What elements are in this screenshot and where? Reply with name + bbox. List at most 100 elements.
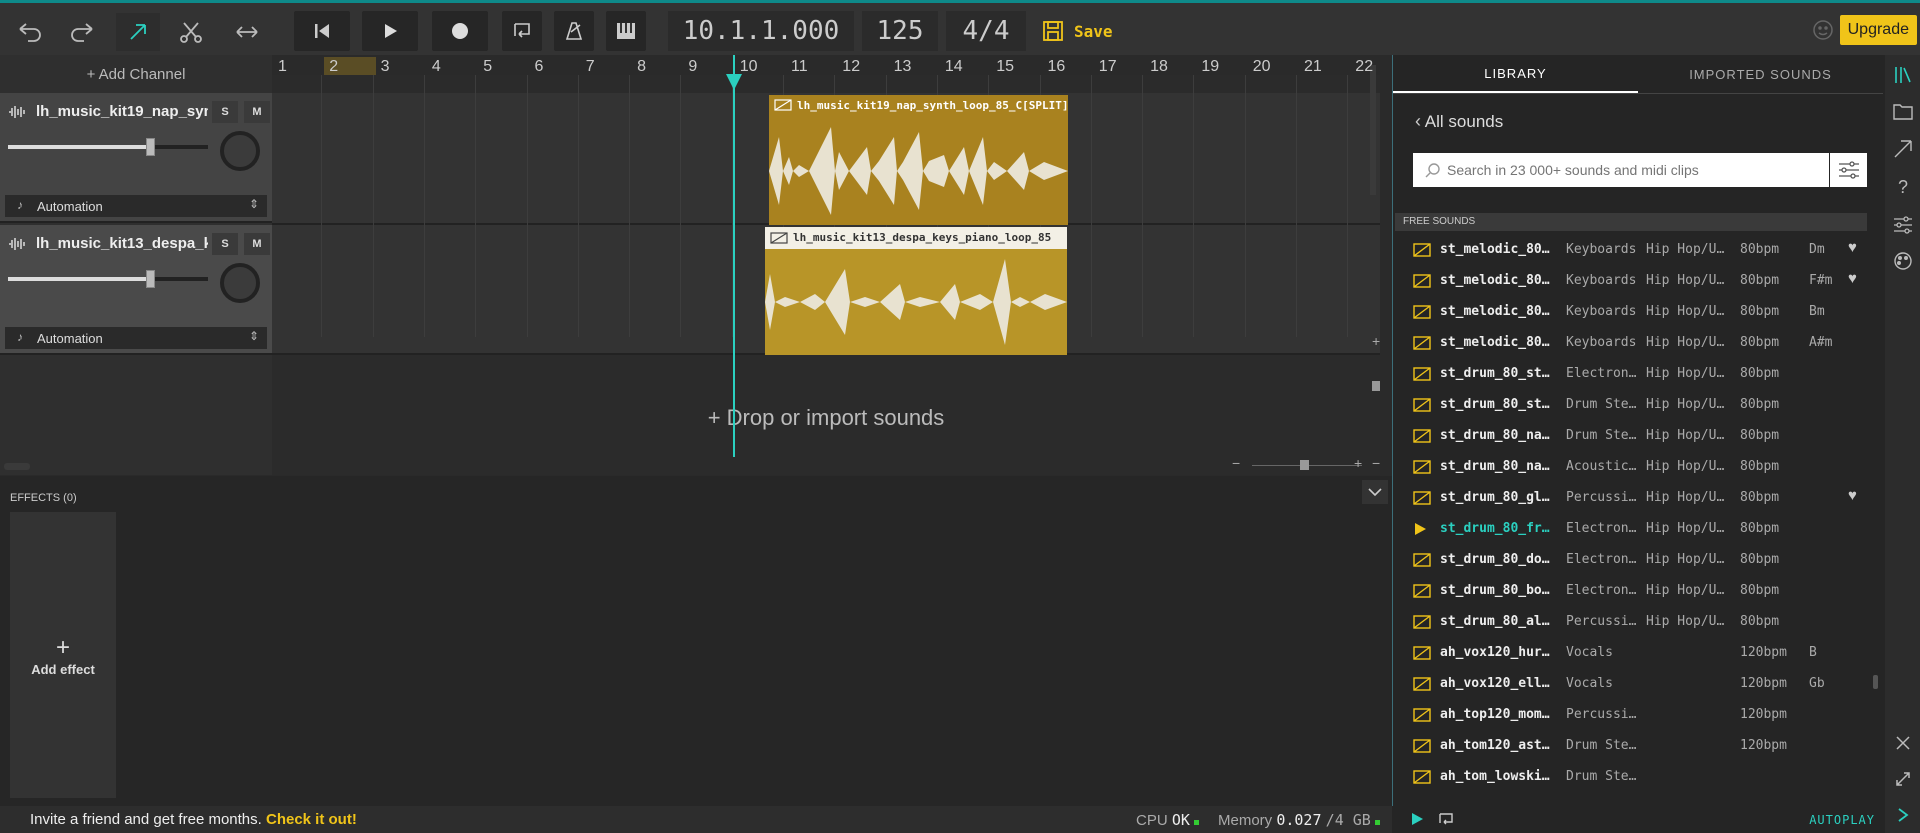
loop-toggle-icon[interactable] bbox=[1438, 812, 1454, 831]
sound-row[interactable]: st_drum_80_st… Electron… Hip Hop/U… 80bpm bbox=[1393, 359, 1873, 390]
sound-row[interactable]: ah_vox120_ell… Vocals 120bpm Gb bbox=[1393, 669, 1873, 700]
ruler-number[interactable]: 11 bbox=[791, 58, 808, 76]
ruler-number[interactable]: 10 bbox=[740, 58, 758, 76]
zoom-out-vertical-icon[interactable]: − bbox=[1372, 455, 1380, 471]
favorite-heart-icon[interactable]: ♥ bbox=[1848, 487, 1857, 504]
sound-row[interactable]: st_drum_80_fr… Electron… Hip Hop/U… 80bpm bbox=[1393, 514, 1873, 545]
add-effect-button[interactable]: + Add effect bbox=[10, 512, 116, 798]
ruler-number[interactable]: 1 bbox=[278, 58, 287, 76]
help-icon[interactable]: ? bbox=[1893, 177, 1913, 197]
audio-file-icon[interactable] bbox=[1413, 305, 1431, 322]
audio-file-icon[interactable] bbox=[1413, 646, 1431, 663]
track-header-1[interactable]: lh_music_kit19_nap_synth_loop_85_C S M ♪… bbox=[0, 93, 272, 223]
audio-file-icon[interactable] bbox=[1413, 677, 1431, 694]
zoom-in-vertical-icon[interactable]: + bbox=[1372, 333, 1380, 349]
pan-knob[interactable] bbox=[220, 131, 260, 171]
close-icon[interactable] bbox=[1893, 733, 1913, 753]
time-signature-display[interactable]: 4/4 bbox=[946, 11, 1026, 51]
play-icon[interactable] bbox=[1413, 522, 1427, 539]
smiley-icon[interactable] bbox=[1812, 19, 1834, 46]
track-header-2[interactable]: lh_music_kit13_despa_keys_piano_loop S M… bbox=[0, 225, 272, 355]
audio-file-icon[interactable] bbox=[1413, 770, 1431, 787]
volume-handle[interactable] bbox=[146, 138, 155, 156]
position-display[interactable]: 10.1.1.000 bbox=[668, 11, 854, 51]
audio-file-icon[interactable] bbox=[1413, 553, 1431, 570]
ruler-number[interactable]: 4 bbox=[432, 58, 441, 76]
stretch-icon[interactable] bbox=[232, 13, 262, 51]
mixer-icon[interactable] bbox=[1893, 215, 1913, 235]
horizontal-zoom-handle[interactable] bbox=[1300, 460, 1309, 470]
audio-file-icon[interactable] bbox=[1413, 615, 1431, 632]
volume-handle[interactable] bbox=[146, 270, 155, 288]
ruler-number[interactable]: 18 bbox=[1150, 58, 1168, 76]
ruler-number[interactable]: 21 bbox=[1304, 58, 1322, 76]
sound-row[interactable]: st_drum_80_na… Acoustic… Hip Hop/U… 80bpm bbox=[1393, 452, 1873, 483]
collapse-effects-button[interactable] bbox=[1362, 480, 1388, 504]
ruler-number[interactable]: 22 bbox=[1355, 58, 1373, 76]
sound-row[interactable]: ah_tom_lowski… Drum Ste… bbox=[1393, 762, 1873, 793]
add-channel-button[interactable]: + Add Channel bbox=[0, 55, 272, 93]
search-box[interactable] bbox=[1413, 153, 1829, 187]
play-button[interactable] bbox=[362, 11, 418, 51]
back-all-sounds[interactable]: ‹ All sounds bbox=[1415, 111, 1503, 132]
tempo-display[interactable]: 125 bbox=[862, 11, 938, 51]
audio-file-icon[interactable] bbox=[1413, 367, 1431, 384]
ruler-number[interactable]: 7 bbox=[586, 58, 595, 76]
audio-clip-2[interactable]: lh_music_kit13_despa_keys_piano_loop_85 bbox=[765, 227, 1067, 355]
sound-row[interactable]: ah_top120_mom… Percussi… 120bpm bbox=[1393, 700, 1873, 731]
autoplay-play-icon[interactable] bbox=[1410, 812, 1424, 831]
sound-row[interactable]: st_drum_80_gl… Percussi… Hip Hop/U… 80bpm ♥ bbox=[1393, 483, 1873, 514]
keyboard-button[interactable] bbox=[606, 11, 646, 51]
expand-icon[interactable] bbox=[1893, 769, 1913, 789]
volume-slider[interactable] bbox=[8, 138, 208, 156]
audio-file-icon[interactable] bbox=[1413, 336, 1431, 353]
mute-button[interactable]: M bbox=[244, 101, 270, 123]
sound-row[interactable]: st_melodic_80… Keyboards Hip Hop/U… 80bpm Dm… bbox=[1393, 235, 1873, 266]
ruler-number[interactable]: 3 bbox=[381, 58, 390, 76]
ruler-number[interactable]: 12 bbox=[842, 58, 860, 76]
invite-banner[interactable]: Invite a friend and get free months. Che… bbox=[30, 811, 357, 828]
sound-row[interactable]: st_melodic_80… Keyboards Hip Hop/U… 80bpm F#… bbox=[1393, 266, 1873, 297]
upgrade-button[interactable]: Upgrade bbox=[1839, 15, 1917, 45]
playhead-marker[interactable] bbox=[726, 74, 742, 90]
tab-library[interactable]: LIBRARY bbox=[1393, 55, 1638, 93]
record-button[interactable] bbox=[432, 11, 488, 51]
search-input[interactable] bbox=[1447, 162, 1817, 178]
ruler-number[interactable]: 15 bbox=[996, 58, 1014, 76]
sound-row[interactable]: st_drum_80_st… Drum Ste… Hip Hop/U… 80bpm bbox=[1393, 390, 1873, 421]
drop-import-zone[interactable]: + Drop or import sounds bbox=[272, 405, 1380, 431]
mute-button[interactable]: M bbox=[244, 233, 270, 255]
autoplay-label[interactable]: AUTOPLAY bbox=[1809, 813, 1875, 827]
favorite-heart-icon[interactable]: ♥ bbox=[1848, 270, 1857, 287]
solo-button[interactable]: S bbox=[212, 101, 238, 123]
zoom-in-icon[interactable]: + bbox=[1354, 455, 1362, 471]
audio-file-icon[interactable] bbox=[1413, 708, 1431, 725]
ruler-number[interactable]: 17 bbox=[1099, 58, 1117, 76]
save-button[interactable]: Save bbox=[1042, 13, 1113, 49]
ruler-number[interactable]: 13 bbox=[894, 58, 912, 76]
audio-file-icon[interactable] bbox=[1413, 398, 1431, 415]
folder-icon[interactable] bbox=[1893, 101, 1913, 121]
select-tool-icon[interactable] bbox=[116, 13, 160, 51]
ruler-number[interactable]: 6 bbox=[535, 58, 544, 76]
track-name[interactable]: lh_music_kit13_despa_keys_piano_loop bbox=[36, 235, 208, 252]
ruler-number[interactable]: 19 bbox=[1201, 58, 1219, 76]
pan-knob[interactable] bbox=[220, 263, 260, 303]
ruler-number[interactable]: 16 bbox=[1048, 58, 1066, 76]
audio-file-icon[interactable] bbox=[1413, 491, 1431, 508]
sound-row[interactable]: st_drum_80_na… Drum Ste… Hip Hop/U… 80bpm bbox=[1393, 421, 1873, 452]
ruler-number[interactable]: 20 bbox=[1253, 58, 1271, 76]
audio-file-icon[interactable] bbox=[1413, 739, 1431, 756]
collapse-panel-icon[interactable] bbox=[1893, 805, 1913, 825]
solo-button[interactable]: S bbox=[212, 233, 238, 255]
library-books-icon[interactable] bbox=[1893, 65, 1913, 85]
arrow-up-right-icon[interactable] bbox=[1893, 139, 1913, 159]
audio-file-icon[interactable] bbox=[1413, 274, 1431, 291]
sound-row[interactable]: ah_tom120_ast… Drum Ste… 120bpm bbox=[1393, 731, 1873, 762]
zoom-out-icon[interactable]: − bbox=[1232, 455, 1240, 471]
filter-button[interactable] bbox=[1830, 153, 1867, 187]
ruler-number[interactable]: 14 bbox=[945, 58, 963, 76]
automation-select[interactable]: ♪ Automation ⇕ bbox=[5, 327, 267, 349]
sound-row[interactable]: st_drum_80_bo… Electron… Hip Hop/U… 80bpm bbox=[1393, 576, 1873, 607]
sound-row[interactable]: ah_vox120_hur… Vocals 120bpm B bbox=[1393, 638, 1873, 669]
